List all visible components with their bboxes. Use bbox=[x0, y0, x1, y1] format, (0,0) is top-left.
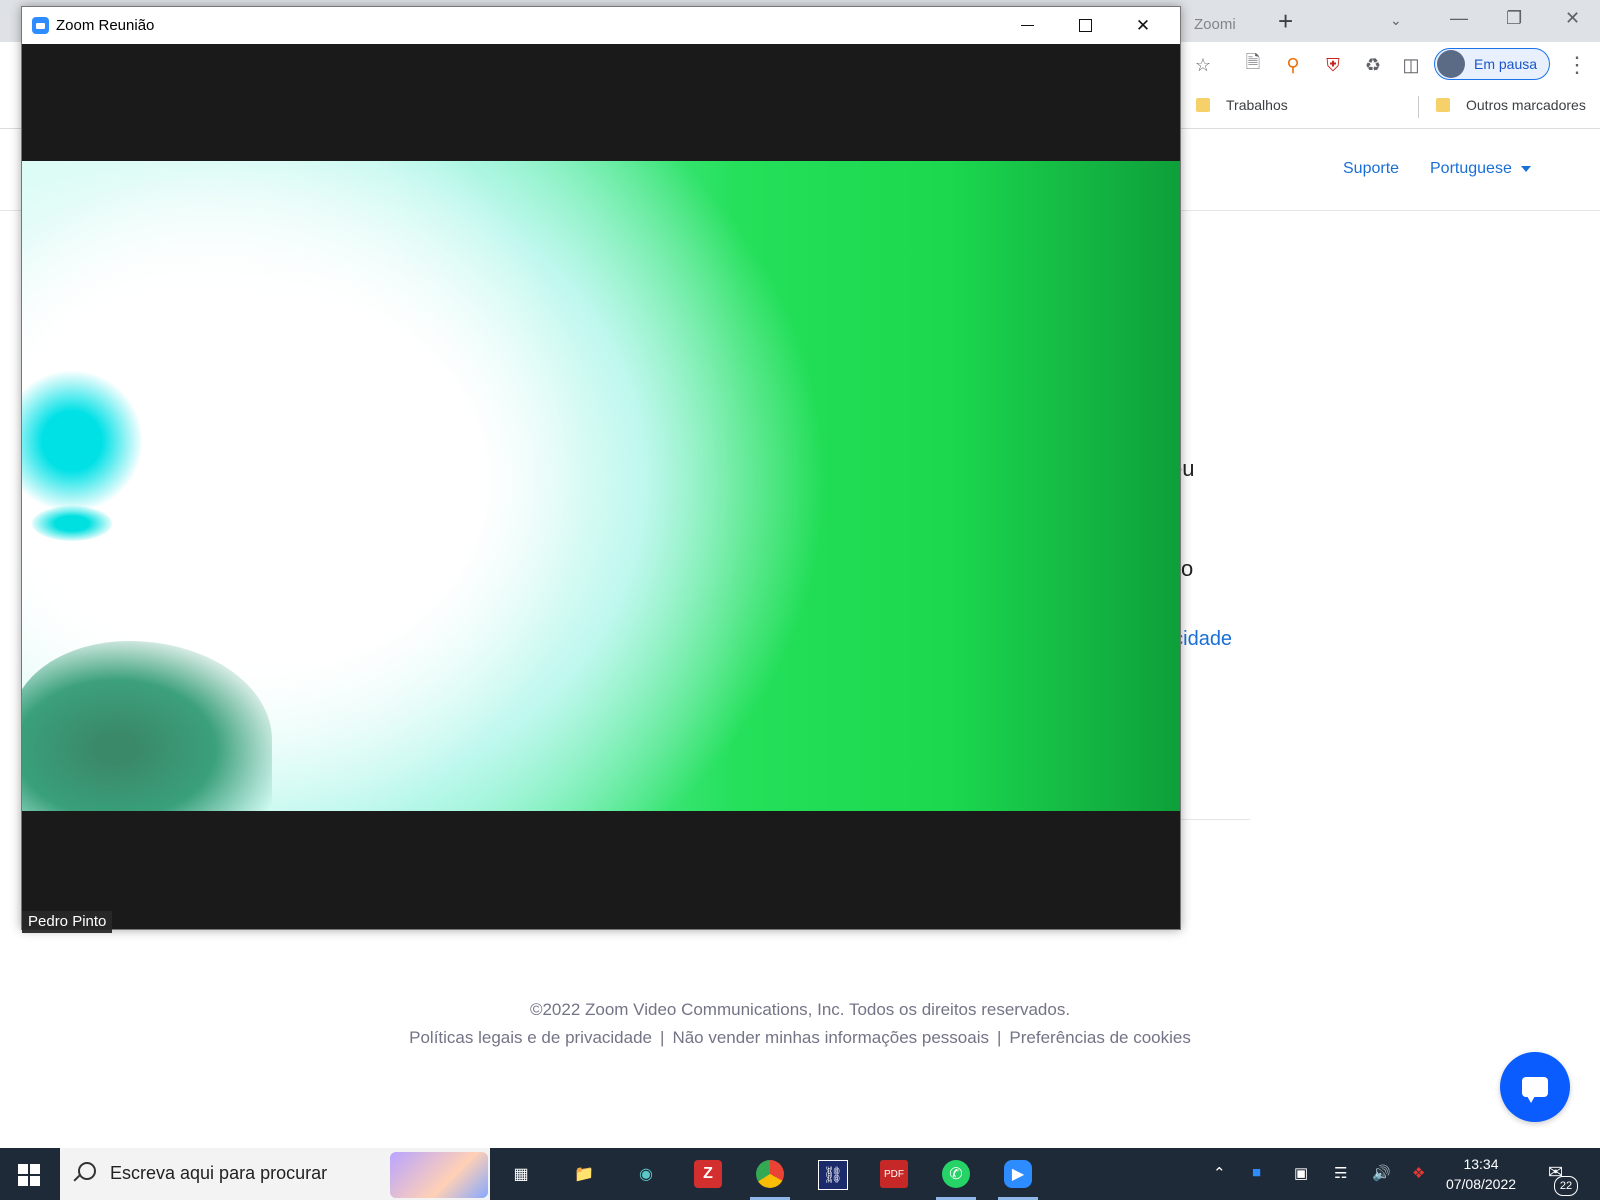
dropbox-icon[interactable]: ❖ bbox=[1412, 1164, 1425, 1182]
maximize-icon bbox=[1078, 19, 1092, 32]
browser-restore-icon[interactable]: ❐ bbox=[1506, 8, 1522, 29]
tray-expand-chevron-icon[interactable]: ⌃ bbox=[1213, 1164, 1226, 1182]
cookie-preferences-link[interactable]: Preferências de cookies bbox=[1009, 1028, 1190, 1047]
taskbar-search-box[interactable]: Escreva aqui para procurar bbox=[60, 1148, 490, 1200]
browser-close-icon[interactable]: ✕ bbox=[1565, 8, 1580, 29]
browser-menu-icon[interactable]: ⋮ bbox=[1566, 52, 1588, 78]
do-not-sell-link[interactable]: Não vender minhas informações pessoais bbox=[672, 1028, 989, 1047]
new-tab-button[interactable]: + bbox=[1278, 8, 1293, 34]
side-panel-icon[interactable]: ◫ bbox=[1400, 54, 1422, 76]
chat-bubble-icon bbox=[1522, 1077, 1548, 1103]
avatar bbox=[1437, 50, 1465, 78]
search-placeholder: Escreva aqui para procurar bbox=[110, 1163, 328, 1183]
search-icon bbox=[78, 1162, 96, 1180]
legal-privacy-link[interactable]: Políticas legais e de privacidade bbox=[409, 1028, 652, 1047]
bookmark-folder-other[interactable]: Outros marcadores bbox=[1436, 97, 1586, 113]
tray-zoom-icon[interactable]: ■ bbox=[1252, 1164, 1261, 1181]
pdf-icon[interactable]: PDF bbox=[880, 1160, 908, 1188]
tab-search-chevron-icon[interactable]: ⌄ bbox=[1390, 12, 1402, 29]
eye-app-icon[interactable]: ◉ bbox=[632, 1160, 660, 1188]
caret-down-icon bbox=[1520, 165, 1531, 172]
footer-separator: | bbox=[997, 1028, 1002, 1047]
clock-time: 13:34 bbox=[1463, 1156, 1499, 1172]
network-icon[interactable]: ☴ bbox=[1334, 1164, 1347, 1182]
folder-icon bbox=[1436, 98, 1450, 112]
bookmark-folder-trabalhos[interactable]: Trabalhos bbox=[1196, 97, 1288, 113]
search-highlight-image bbox=[390, 1152, 488, 1198]
footer-separator: | bbox=[660, 1028, 665, 1047]
windows-taskbar: Escreva aqui para procurar ▦ 📁 ◉ Z ⛓ PDF… bbox=[0, 1148, 1600, 1200]
clock-date: 07/08/2022 bbox=[1445, 1176, 1517, 1192]
task-view-icon[interactable]: ▦ bbox=[507, 1160, 535, 1188]
zoom-logo-icon bbox=[32, 17, 49, 34]
copyright-text: ©2022 Zoom Video Communications, Inc. To… bbox=[529, 1000, 1071, 1019]
windows-start-icon[interactable] bbox=[18, 1164, 40, 1186]
minimize-icon bbox=[1020, 25, 1034, 26]
participant-video[interactable] bbox=[22, 161, 1180, 811]
taskbar-clock[interactable]: 13:34 07/08/2022 bbox=[1436, 1154, 1526, 1194]
browser-tab[interactable]: S Zoomi bbox=[1168, 6, 1368, 42]
chat-support-button[interactable] bbox=[1500, 1052, 1570, 1122]
close-icon: ✕ bbox=[1135, 15, 1151, 35]
participant-name-tag: Pedro Pinto bbox=[22, 911, 113, 933]
window-title: Zoom Reunião bbox=[56, 17, 155, 34]
video-blob bbox=[22, 371, 142, 511]
zoom-maximize-button[interactable] bbox=[1056, 7, 1114, 44]
language-dropdown[interactable]: Portuguese bbox=[1430, 160, 1531, 178]
video-blob bbox=[32, 506, 112, 541]
whatsapp-icon[interactable]: ✆ bbox=[942, 1160, 970, 1188]
zoom-icon[interactable]: ▶ bbox=[1004, 1160, 1032, 1188]
zoom-meeting-window: Zoom Reunião ✕ Pedro Pinto bbox=[21, 6, 1181, 933]
page-footer: ©2022 Zoom Video Communications, Inc. To… bbox=[0, 1000, 1600, 1048]
shield-extension-icon[interactable]: ⛨ bbox=[1322, 54, 1344, 76]
folder-icon bbox=[1196, 98, 1210, 112]
language-label: Portuguese bbox=[1430, 160, 1512, 177]
profile-status-label: Em pausa bbox=[1474, 56, 1538, 72]
file-explorer-icon[interactable]: 📁 bbox=[570, 1160, 598, 1188]
divider bbox=[1175, 819, 1250, 820]
bookmark-label: Outros marcadores bbox=[1466, 97, 1586, 113]
zoom-close-button[interactable]: ✕ bbox=[1114, 7, 1172, 44]
notification-count-badge: 22 bbox=[1554, 1176, 1578, 1196]
tray-device-icon[interactable]: ▣ bbox=[1294, 1164, 1308, 1182]
extensions-puzzle-icon[interactable]: ♻ bbox=[1362, 54, 1384, 76]
app-icon[interactable]: ⛓ bbox=[818, 1160, 848, 1190]
volume-icon[interactable]: 🔊 bbox=[1372, 1164, 1391, 1182]
chrome-icon[interactable] bbox=[756, 1160, 784, 1188]
bookmark-star-icon[interactable]: ☆ bbox=[1192, 54, 1214, 76]
video-blob bbox=[22, 641, 272, 811]
bookmark-divider bbox=[1418, 96, 1419, 118]
support-link[interactable]: Suporte bbox=[1343, 160, 1399, 178]
zoom-minimize-button[interactable] bbox=[998, 7, 1056, 44]
browser-minimize-icon[interactable]: — bbox=[1450, 8, 1468, 29]
profile-button[interactable]: Em pausa bbox=[1434, 48, 1550, 80]
document-extension-icon[interactable]: 🗎 bbox=[1242, 52, 1264, 76]
bookmark-label: Trabalhos bbox=[1226, 97, 1288, 113]
key-extension-icon[interactable]: ⚲ bbox=[1282, 54, 1304, 76]
zoom-title-bar[interactable]: Zoom Reunião ✕ bbox=[22, 7, 1180, 44]
tab-title: Zoomi bbox=[1194, 15, 1236, 33]
zotero-icon[interactable]: Z bbox=[694, 1160, 722, 1188]
